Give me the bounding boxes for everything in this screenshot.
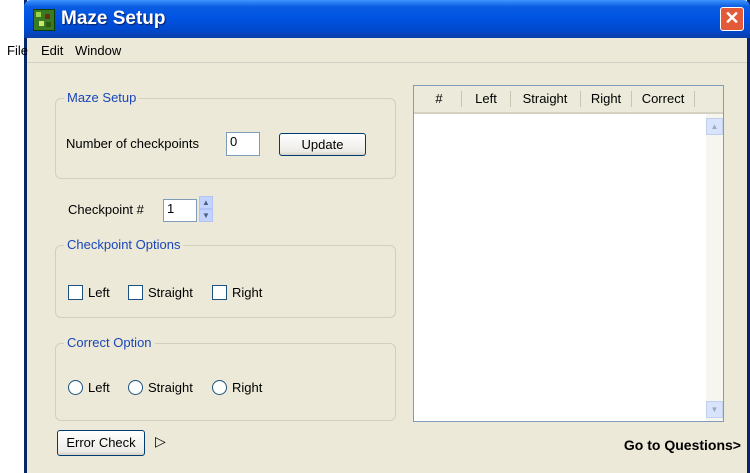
spin-up-icon[interactable]: ▲ — [199, 196, 213, 209]
checkpoint-spinner[interactable]: ▲ ▼ — [199, 196, 213, 223]
column-divider[interactable] — [631, 91, 632, 107]
maze-setup-group-title: Maze Setup — [64, 90, 140, 105]
menu-edit[interactable]: Edit — [41, 43, 63, 58]
maze-setup-window: Maze Setup ✕ File Edit Window Maze Setup… — [7, 0, 750, 473]
correct-straight-label[interactable]: Straight — [148, 380, 193, 395]
correct-right-radio[interactable] — [212, 380, 227, 395]
scroll-up-icon[interactable]: ▲ — [706, 118, 723, 135]
column-divider[interactable] — [694, 91, 695, 107]
option-straight-label[interactable]: Straight — [148, 285, 193, 300]
column-divider[interactable] — [461, 91, 462, 107]
checkpoint-options-group: Checkpoint Options Left Straight Right — [55, 237, 396, 318]
correct-right-label[interactable]: Right — [232, 380, 262, 395]
correct-left-label[interactable]: Left — [88, 380, 110, 395]
column-divider[interactable] — [580, 91, 581, 107]
maze-icon — [33, 9, 55, 31]
update-button[interactable]: Update — [279, 133, 366, 156]
menu-bar: File Edit Window — [7, 38, 747, 63]
checkpoints-label: Number of checkpoints — [66, 136, 199, 151]
option-right-checkbox[interactable] — [212, 285, 227, 300]
list-header: # Left Straight Right Correct — [414, 86, 723, 114]
scroll-down-icon[interactable]: ▼ — [706, 401, 723, 418]
close-button[interactable]: ✕ — [720, 7, 744, 31]
column-left[interactable]: Left — [464, 91, 508, 106]
option-left-label[interactable]: Left — [88, 285, 110, 300]
checkpoint-options-group-title: Checkpoint Options — [64, 237, 184, 252]
column-divider[interactable] — [510, 91, 511, 107]
menu-window[interactable]: Window — [75, 43, 121, 58]
list-scrollbar[interactable]: ▲ ▼ — [706, 114, 723, 421]
column-right[interactable]: Right — [583, 91, 629, 106]
correct-straight-radio[interactable] — [128, 380, 143, 395]
close-icon: ✕ — [724, 8, 740, 28]
menu-file[interactable]: File — [7, 43, 28, 58]
checkpoints-input[interactable]: 0 — [226, 132, 260, 156]
play-arrow-icon[interactable]: ▷ — [155, 433, 166, 450]
column-number[interactable]: # — [428, 91, 450, 106]
checkpoint-number-input[interactable]: 1 — [163, 199, 197, 222]
correct-option-group: Correct Option Left Straight Right — [55, 335, 396, 421]
column-straight[interactable]: Straight — [513, 91, 577, 106]
error-check-button[interactable]: Error Check — [57, 430, 145, 456]
checkpoint-list[interactable]: # Left Straight Right Correct ▲ ▼ — [413, 85, 724, 422]
option-left-checkbox[interactable] — [68, 285, 83, 300]
column-correct[interactable]: Correct — [634, 91, 692, 106]
go-to-questions-link[interactable]: Go to Questions> — [624, 437, 741, 453]
checkpoint-number-label: Checkpoint # — [68, 202, 144, 217]
correct-option-group-title: Correct Option — [64, 335, 155, 350]
window-title: Maze Setup — [61, 8, 166, 29]
correct-left-radio[interactable] — [68, 380, 83, 395]
option-right-label[interactable]: Right — [232, 285, 262, 300]
title-bar[interactable]: Maze Setup ✕ — [24, 0, 750, 38]
option-straight-checkbox[interactable] — [128, 285, 143, 300]
spin-down-icon[interactable]: ▼ — [199, 209, 213, 222]
maze-setup-group: Maze Setup Number of checkpoints 0 Updat… — [55, 90, 396, 179]
